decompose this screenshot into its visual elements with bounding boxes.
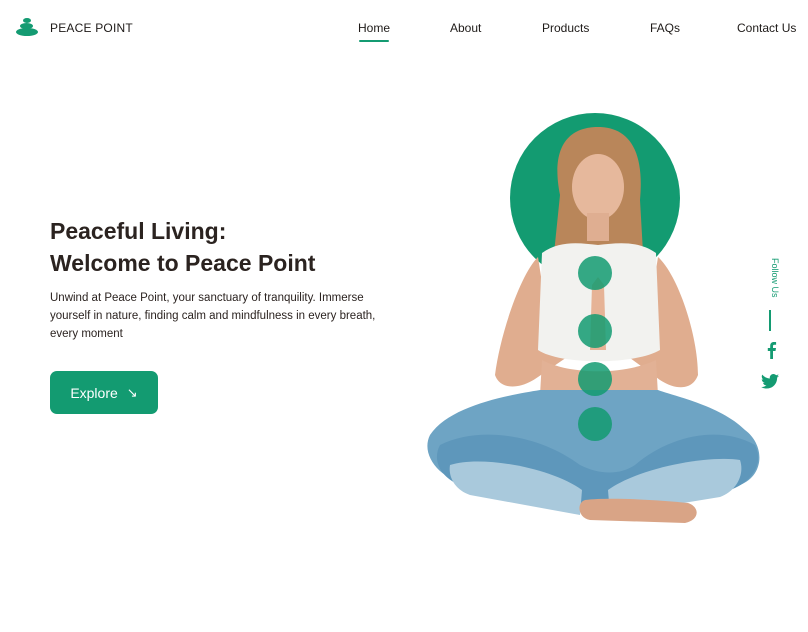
top-navigation: PEACE POINT Home About Products FAQs Con… [0,0,808,58]
chakra-dot-2 [578,314,612,348]
social-links: Follow Us [758,256,782,396]
hero-image-yoga-woman [420,105,770,535]
arrow-down-right-icon: ↘ [126,384,138,400]
follow-divider [769,310,771,331]
chakra-dot-3 [578,362,612,396]
hero-title: Peaceful Living: Welcome to Peace Point [50,215,315,279]
nav-item-faqs[interactable]: FAQs [650,21,680,35]
hero-title-line-2: Welcome to Peace Point [50,250,316,276]
main-menu: Home About Products FAQs Contact Us [0,21,808,45]
follow-us-label: Follow Us [770,258,780,298]
feet [579,498,697,523]
face [572,154,624,220]
facebook-icon[interactable] [765,341,777,359]
explore-button-label: Explore [70,384,118,401]
chakra-dot-4 [578,407,612,441]
nav-item-products[interactable]: Products [542,21,589,35]
nav-item-home[interactable]: Home [358,21,390,42]
yoga-illustration [427,113,760,523]
hero-description: Unwind at Peace Point, your sanctuary of… [50,292,376,340]
hero-title-line-1: Peaceful Living: [50,218,227,244]
explore-button[interactable]: Explore ↘ [50,371,158,414]
twitter-icon[interactable] [761,374,779,389]
chakra-dot-1 [578,256,612,290]
nav-item-about[interactable]: About [450,21,481,35]
nav-item-contact[interactable]: Contact Us [737,21,796,35]
